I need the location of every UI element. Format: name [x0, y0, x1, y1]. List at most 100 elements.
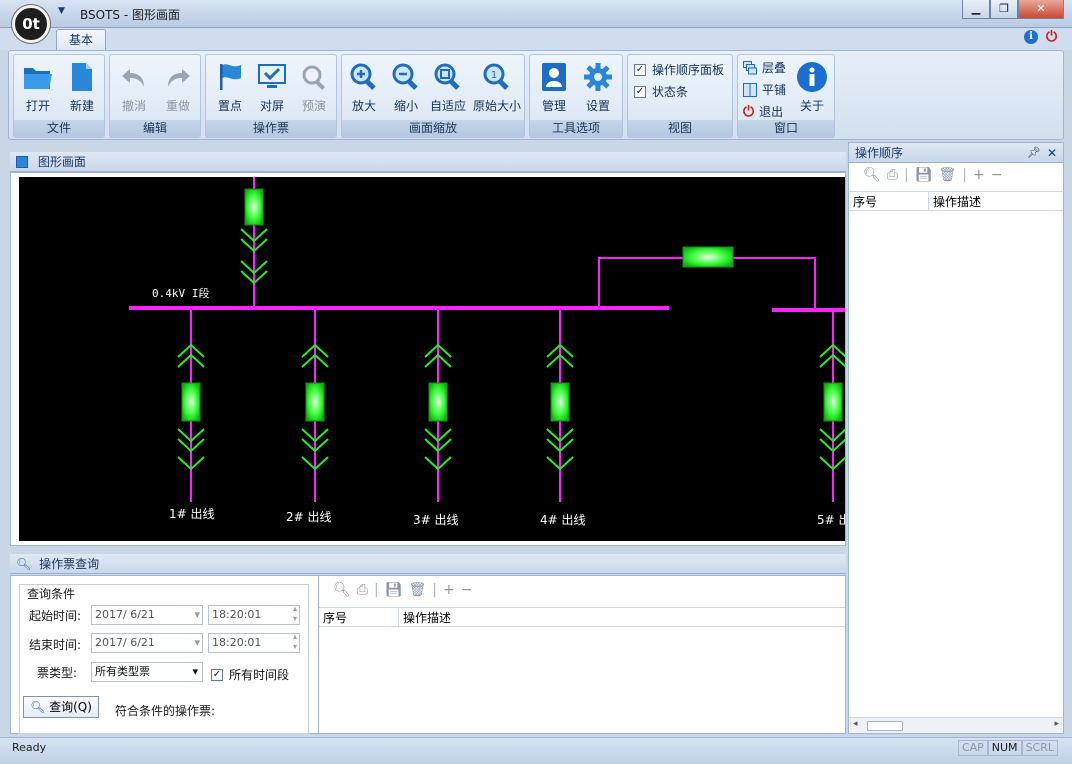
- status-text: Ready: [12, 741, 47, 754]
- print-icon[interactable]: ⎙: [887, 167, 898, 183]
- status-bar-toggle[interactable]: ✓ 状态条: [634, 83, 688, 100]
- scroll-left-icon[interactable]: ◂: [853, 719, 858, 729]
- preview-label: 预演: [301, 99, 326, 113]
- start-date-field[interactable]: 2017/ 6/21 ▾: [91, 605, 203, 625]
- close-button[interactable]: ✕: [1018, 0, 1064, 19]
- feeder-breaker-4[interactable]: [550, 382, 570, 422]
- incoming-breaker[interactable]: [244, 188, 264, 226]
- bus-tie[interactable]: [598, 246, 816, 308]
- order-panel-toggle[interactable]: ✓ 操作顺序面板: [634, 61, 724, 78]
- feeder-2[interactable]: 2# 出线: [286, 308, 332, 524]
- manage-label: 管理: [541, 99, 566, 113]
- group-file-label: 文件: [14, 120, 104, 137]
- group-file: 打开 新建 文件: [13, 54, 105, 138]
- query-splitter[interactable]: [318, 576, 319, 735]
- group-zoom-label: 画面缩放: [342, 120, 524, 137]
- query-button-label: 查询(Q): [49, 700, 92, 714]
- delete-icon[interactable]: 🗑︎: [408, 582, 426, 598]
- scroll-right-icon[interactable]: ▸: [1054, 719, 1059, 729]
- end-time-field[interactable]: 18:20:01 ▴ ▾: [208, 632, 300, 653]
- settings-button[interactable]: 设置: [578, 59, 618, 114]
- open-label: 打开: [25, 99, 50, 113]
- feeder-label-2: 2# 出线: [286, 510, 332, 524]
- bus-tie-breaker[interactable]: [682, 246, 734, 268]
- check-screen-button[interactable]: 对屏: [252, 59, 292, 114]
- feeder-group: 1# 出线 2# 出线 3# 出线 4# 出线 5# 出线: [169, 308, 845, 527]
- scrollbar-thumb[interactable]: [867, 721, 903, 731]
- manage-button[interactable]: 管理: [534, 59, 574, 114]
- tab-basic[interactable]: 基本: [56, 29, 106, 50]
- new-button[interactable]: 新建: [62, 59, 102, 114]
- maximize-button[interactable]: ❐: [990, 0, 1018, 19]
- preview-button[interactable]: 预演: [294, 59, 334, 114]
- delete-icon[interactable]: 🗑︎: [938, 167, 956, 183]
- single-line-diagram[interactable]: 0.4kV I段 1# 出线 2# 出线 3# 出线 4# 出线 5# 出线: [19, 177, 845, 541]
- end-date-field[interactable]: 2017/ 6/21 ▾: [91, 633, 203, 653]
- open-button[interactable]: 打开: [18, 59, 58, 114]
- remove-icon[interactable]: −: [991, 167, 1003, 183]
- remove-icon[interactable]: −: [461, 582, 473, 598]
- search-icon[interactable]: 🔍︎: [333, 582, 351, 598]
- feeder-breaker-3[interactable]: [428, 382, 448, 422]
- type-label: 票类型:: [37, 666, 78, 680]
- minimize-button[interactable]: ▁: [962, 0, 990, 19]
- cascade-button[interactable]: 层叠: [743, 59, 786, 76]
- tile-button[interactable]: 平铺: [743, 81, 786, 98]
- all-time-checkbox[interactable]: ✓: [211, 668, 223, 681]
- quick-access-dropdown-icon[interactable]: ▼: [58, 6, 65, 16]
- save-icon[interactable]: 💾︎: [385, 582, 403, 598]
- panel-close-icon[interactable]: ✕: [1047, 143, 1057, 163]
- save-icon[interactable]: 💾︎: [915, 167, 933, 183]
- document-icon: [16, 156, 28, 168]
- order-col-index[interactable]: 序号: [849, 192, 929, 210]
- zoom-out-icon: [390, 59, 422, 95]
- status-bar-checkbox[interactable]: ✓: [634, 85, 646, 98]
- new-file-icon: [66, 59, 98, 95]
- feeder-label-3: 3# 出线: [413, 513, 459, 527]
- print-icon[interactable]: ⎙: [357, 582, 368, 598]
- feeder-breaker-2[interactable]: [305, 382, 325, 422]
- query-button[interactable]: 🔍︎ 查询(Q): [23, 696, 99, 718]
- order-col-description[interactable]: 操作描述: [929, 192, 1063, 210]
- feeder-1[interactable]: 1# 出线: [169, 308, 215, 521]
- app-logo-button[interactable]: 0t: [12, 5, 50, 43]
- result-col-description[interactable]: 操作描述: [399, 608, 845, 626]
- zoom-in-button[interactable]: 放大: [344, 59, 384, 114]
- query-panel-title: 操作票查询: [39, 557, 100, 571]
- all-time-toggle[interactable]: ✓ 所有时间段: [211, 666, 289, 683]
- result-col-index[interactable]: 序号: [319, 608, 399, 626]
- order-panel-checkbox[interactable]: ✓: [634, 63, 646, 76]
- start-time-field[interactable]: 18:20:01 ▴ ▾: [208, 604, 300, 625]
- group-zoom: 放大 缩小 自适应 1 原始大小 画面缩放: [341, 54, 525, 138]
- exit-button[interactable]: ⏻ 退出: [743, 103, 783, 120]
- redo-button[interactable]: 重做: [158, 59, 198, 114]
- incoming-feeder[interactable]: [240, 177, 268, 307]
- order-horizontal-scrollbar[interactable]: ◂ ▸: [849, 717, 1063, 733]
- fit-button[interactable]: 自适应: [428, 59, 468, 114]
- redo-label: 重做: [165, 99, 190, 113]
- search-icon[interactable]: 🔍︎: [863, 167, 881, 183]
- group-view: ✓ 操作顺序面板 ✓ 状态条 视图: [627, 54, 733, 138]
- about-button[interactable]: 关于: [792, 59, 832, 114]
- pin-icon[interactable]: 📌︎: [1027, 143, 1041, 163]
- exit-power-icon: ⏻: [743, 103, 755, 120]
- undo-button[interactable]: 撤消: [114, 59, 154, 114]
- feeder-4[interactable]: 4# 出线: [540, 308, 586, 527]
- feeder-breaker-5[interactable]: [823, 382, 843, 422]
- set-point-button[interactable]: 置点: [210, 59, 250, 114]
- add-icon[interactable]: +: [443, 582, 455, 598]
- zoom-out-button[interactable]: 缩小: [386, 59, 426, 114]
- original-size-button[interactable]: 1 原始大小: [472, 59, 522, 114]
- status-bar: Ready CAP NUM SCRL: [0, 737, 1072, 764]
- add-icon[interactable]: +: [973, 167, 985, 183]
- feeder-3[interactable]: 3# 出线: [413, 308, 459, 527]
- order-panel-label: 操作顺序面板: [652, 63, 725, 77]
- feeder-label-1: 1# 出线: [169, 507, 215, 521]
- feeder-breaker-1[interactable]: [181, 382, 201, 422]
- ticket-type-select[interactable]: 所有类型票 ▾: [91, 662, 203, 682]
- cap-indicator: CAP: [957, 740, 988, 756]
- feeder-5[interactable]: 5# 出线: [817, 310, 845, 527]
- power-icon[interactable]: ⏻: [1046, 30, 1062, 46]
- zoom-original-icon: 1: [481, 59, 513, 95]
- help-info-icon[interactable]: i: [1024, 30, 1038, 44]
